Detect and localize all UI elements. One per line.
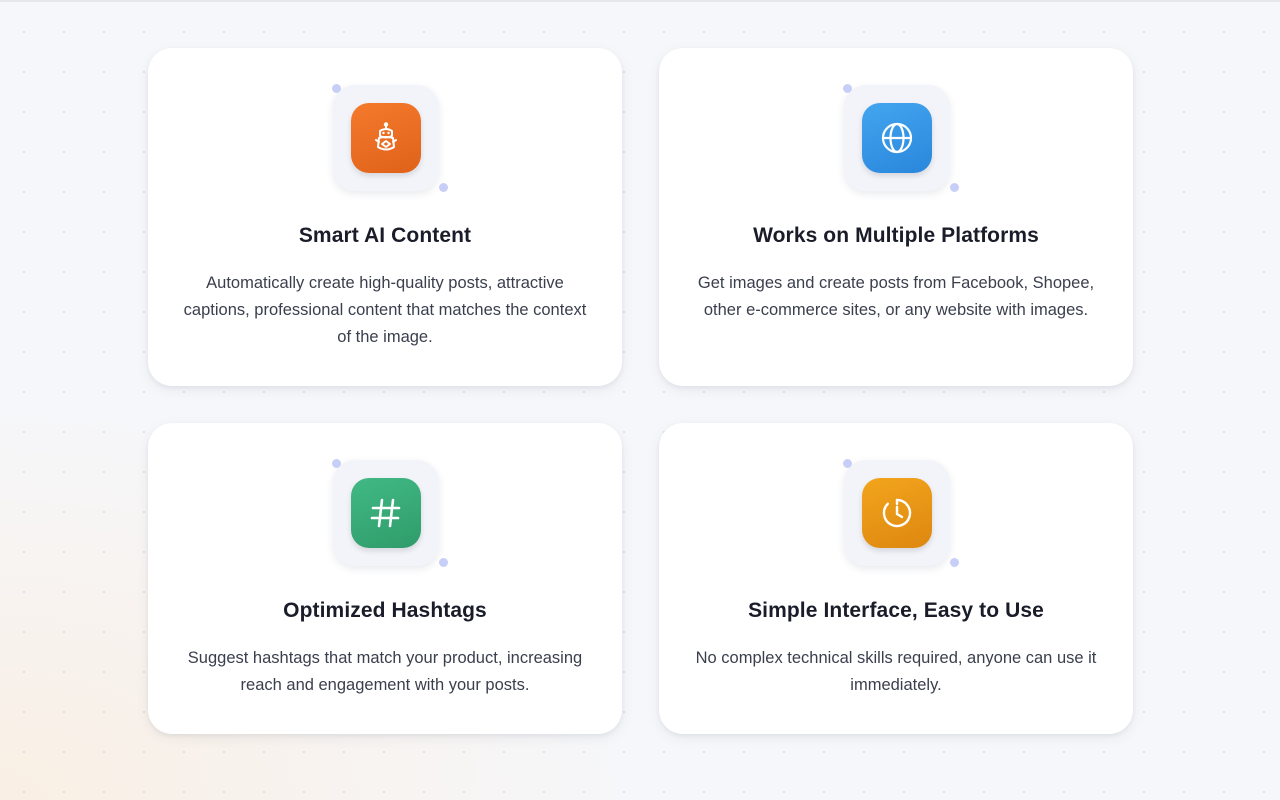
feature-title: Works on Multiple Platforms [753,224,1039,247]
feature-description: Suggest hashtags that match your product… [187,649,583,694]
feature-title: Smart AI Content [298,224,472,247]
decorative-dot [332,84,341,93]
feature-card-smart-ai-content: Smart AI Content Automatically create hi… [148,48,622,386]
decorative-dot [439,183,448,192]
feature-icon-frame [332,84,448,192]
feature-description: Automatically create high-quality posts,… [183,274,587,346]
feature-description: Get images and create posts from Faceboo… [697,274,1095,319]
globe-icon [862,103,932,173]
feature-card-optimized-hashtags: Optimized Hashtags Suggest hashtags that… [148,423,622,734]
feature-icon-frame [843,84,959,192]
decorative-dot [843,84,852,93]
feature-card-simple-interface: Simple Interface, Easy to Use No complex… [659,423,1133,734]
feature-icon-frame [843,459,959,567]
decorative-dot [439,558,448,567]
feature-icon-frame [332,459,448,567]
timer-icon [862,478,932,548]
feature-description: No complex technical skills required, an… [695,649,1097,694]
decorative-dot [950,558,959,567]
feature-title: Optimized Hashtags [283,599,487,622]
decorative-dot [332,459,341,468]
feature-title: Simple Interface, Easy to Use [748,599,1044,622]
ai-robot-icon [351,103,421,173]
top-divider [0,0,1280,2]
hashtag-icon [351,478,421,548]
decorative-dot [950,183,959,192]
feature-card-multiple-platforms: Works on Multiple Platforms Get images a… [659,48,1133,386]
decorative-dot [843,459,852,468]
